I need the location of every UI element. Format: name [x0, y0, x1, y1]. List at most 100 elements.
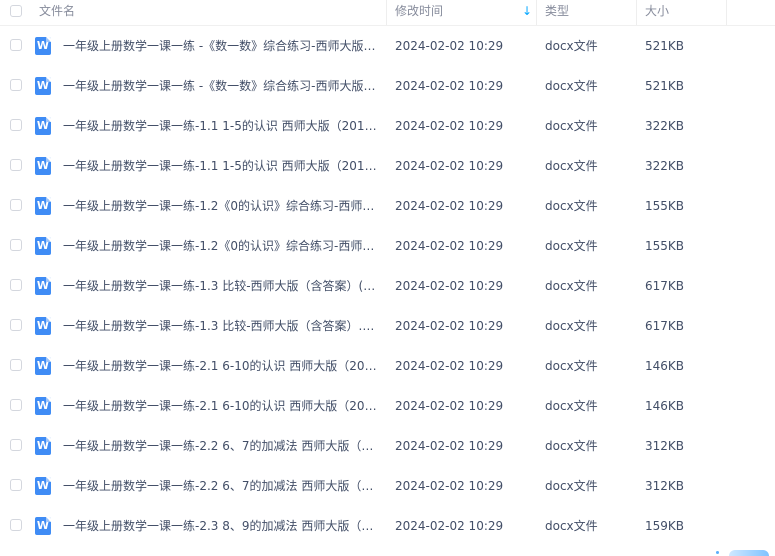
table-row[interactable]: W 一年级上册数学一课一练-1.1 1-5的认识 西师大版（2014秋）（含答案）… — [0, 146, 775, 186]
word-file-icon: W — [35, 277, 51, 295]
row-checkbox[interactable] — [10, 119, 22, 131]
row-checkbox[interactable] — [10, 399, 22, 411]
table-row[interactable]: W 一年级上册数学一课一练-1.2《0的认识》综合练习-西师大版（含答案） 2024… — [0, 226, 775, 266]
table-row[interactable]: W 一年级上册数学一课一练-1.1 1-5的认识 西师大版（2014秋）（含答案）… — [0, 106, 775, 146]
word-file-icon: W — [35, 77, 51, 95]
row-checkbox[interactable] — [10, 39, 22, 51]
column-divider[interactable] — [636, 0, 637, 25]
file-name[interactable]: 一年级上册数学一课一练 -《数一数》综合练习-西师大版（含答案） — [63, 66, 378, 106]
file-size: 521KB — [645, 79, 685, 93]
row-checkbox[interactable] — [10, 279, 22, 291]
word-file-icon: W — [35, 397, 51, 415]
file-name[interactable]: 一年级上册数学一课一练-1.3 比较-西师大版（含答案）(2014秋) — [63, 266, 378, 306]
file-size: 521KB — [645, 39, 685, 53]
table-row[interactable]: W 一年级上册数学一课一练-2.1 6-10的认识 西师大版（2014秋）（含答案… — [0, 346, 775, 386]
column-header-name[interactable]: 文件名 — [39, 0, 75, 25]
modified-time: 2024-02-02 10:29 — [395, 199, 504, 213]
file-type: docx文件 — [545, 439, 598, 453]
row-checkbox[interactable] — [10, 319, 22, 331]
file-size: 146KB — [645, 399, 685, 413]
file-name[interactable]: 一年级上册数学一课一练 -《数一数》综合练习-西师大版（含答案） — [63, 26, 378, 66]
file-name[interactable]: 一年级上册数学一课一练-2.1 6-10的认识 西师大版（2014秋）（含答案） — [63, 346, 378, 386]
file-type: docx文件 — [545, 159, 598, 173]
table-row[interactable]: W 一年级上册数学一课一练 -《数一数》综合练习-西师大版（含答案） 2024-02… — [0, 26, 775, 66]
file-name[interactable]: 一年级上册数学一课一练-1.2《0的认识》综合练习-西师大版（含答案） — [63, 186, 378, 226]
file-size: 312KB — [645, 439, 685, 453]
table-row[interactable]: W 一年级上册数学一课一练-1.2《0的认识》综合练习-西师大版（含答案） 2024… — [0, 186, 775, 226]
table-row[interactable]: W 一年级上册数学一课一练-2.2 6、7的加减法 西师大版（2014秋）（含答案… — [0, 426, 775, 466]
file-name[interactable]: 一年级上册数学一课一练-2.3 8、9的加减法 西师大版（2014秋）（含答案） — [63, 506, 378, 546]
row-checkbox[interactable] — [10, 79, 22, 91]
modified-time: 2024-02-02 10:29 — [395, 519, 504, 533]
file-type: docx文件 — [545, 119, 598, 133]
modified-time: 2024-02-02 10:29 — [395, 239, 504, 253]
row-checkbox[interactable] — [10, 239, 22, 251]
file-name[interactable]: 一年级上册数学一课一练-1.1 1-5的认识 西师大版（2014秋）（含答案） — [63, 146, 378, 186]
word-file-icon: W — [35, 517, 51, 535]
modified-time: 2024-02-02 10:29 — [395, 479, 504, 493]
row-checkbox[interactable] — [10, 439, 22, 451]
file-type: docx文件 — [545, 399, 598, 413]
table-row[interactable]: W 一年级上册数学一课一练-1.3 比较-西师大版（含答案）(2014秋) 2024… — [0, 266, 775, 306]
file-size: 617KB — [645, 279, 685, 293]
file-name[interactable]: 一年级上册数学一课一练-1.1 1-5的认识 西师大版（2014秋）（含答案） — [63, 106, 378, 146]
column-header-size[interactable]: 大小 — [645, 0, 669, 25]
modified-time: 2024-02-02 10:29 — [395, 399, 504, 413]
row-checkbox[interactable] — [10, 519, 22, 531]
file-size: 146KB — [645, 359, 685, 373]
modified-time: 2024-02-02 10:29 — [395, 279, 504, 293]
word-file-icon: W — [35, 197, 51, 215]
word-file-icon: W — [35, 117, 51, 135]
file-name[interactable]: 一年级上册数学一课一练-2.1 6-10的认识 西师大版（2014秋）（含答案） — [63, 386, 378, 426]
column-header-type[interactable]: 类型 — [545, 0, 569, 25]
file-type: docx文件 — [545, 319, 598, 333]
select-all-checkbox[interactable] — [10, 5, 22, 17]
word-file-icon: W — [35, 477, 51, 495]
file-name[interactable]: 一年级上册数学一课一练-1.3 比较-西师大版（含答案）.docx — [63, 306, 378, 346]
column-divider[interactable] — [536, 0, 537, 25]
table-row[interactable]: W 一年级上册数学一课一练-2.2 6、7的加减法 西师大版（2014秋）（含答案… — [0, 466, 775, 506]
modified-time: 2024-02-02 10:29 — [395, 119, 504, 133]
word-file-icon: W — [35, 357, 51, 375]
file-size: 155KB — [645, 239, 685, 253]
file-type: docx文件 — [545, 199, 598, 213]
file-name[interactable]: 一年级上册数学一课一练-2.2 6、7的加减法 西师大版（2014秋）（含答案） — [63, 466, 378, 506]
file-name[interactable]: 一年级上册数学一课一练-2.2 6、7的加减法 西师大版（2014秋）（含答案） — [63, 426, 378, 466]
decoration-dot — [716, 551, 719, 554]
file-rows: W 一年级上册数学一课一练 -《数一数》综合练习-西师大版（含答案） 2024-02… — [0, 26, 775, 546]
file-list: 文件名 修改时间 ↓ 类型 大小 W 一年级上册数学一课一练 -《数一数》综合练习… — [0, 0, 775, 556]
file-size: 322KB — [645, 159, 685, 173]
table-row[interactable]: W 一年级上册数学一课一练 -《数一数》综合练习-西师大版（含答案） 2024-02… — [0, 66, 775, 106]
modified-time: 2024-02-02 10:29 — [395, 319, 504, 333]
modified-time: 2024-02-02 10:29 — [395, 159, 504, 173]
file-type: docx文件 — [545, 359, 598, 373]
row-checkbox[interactable] — [10, 359, 22, 371]
file-size: 159KB — [645, 519, 685, 533]
file-size: 617KB — [645, 319, 685, 333]
file-type: docx文件 — [545, 279, 598, 293]
word-file-icon: W — [35, 157, 51, 175]
modified-time: 2024-02-02 10:29 — [395, 39, 504, 53]
column-divider[interactable] — [726, 0, 727, 25]
table-row[interactable]: W 一年级上册数学一课一练-2.3 8、9的加减法 西师大版（2014秋）（含答案… — [0, 506, 775, 546]
sort-descending-icon[interactable]: ↓ — [522, 3, 532, 19]
file-size: 322KB — [645, 119, 685, 133]
file-size: 155KB — [645, 199, 685, 213]
row-checkbox[interactable] — [10, 199, 22, 211]
file-type: docx文件 — [545, 519, 598, 533]
floating-widget-edge[interactable] — [729, 550, 769, 556]
file-type: docx文件 — [545, 239, 598, 253]
modified-time: 2024-02-02 10:29 — [395, 359, 504, 373]
file-name[interactable]: 一年级上册数学一课一练-1.2《0的认识》综合练习-西师大版（含答案） — [63, 226, 378, 266]
word-file-icon: W — [35, 317, 51, 335]
file-type: docx文件 — [545, 39, 598, 53]
column-divider[interactable] — [386, 0, 387, 25]
row-checkbox[interactable] — [10, 159, 22, 171]
word-file-icon: W — [35, 237, 51, 255]
modified-time: 2024-02-02 10:29 — [395, 79, 504, 93]
table-row[interactable]: W 一年级上册数学一课一练-2.1 6-10的认识 西师大版（2014秋）（含答案… — [0, 386, 775, 426]
row-checkbox[interactable] — [10, 479, 22, 491]
word-file-icon: W — [35, 37, 51, 55]
column-header-time[interactable]: 修改时间 — [395, 0, 443, 25]
table-row[interactable]: W 一年级上册数学一课一练-1.3 比较-西师大版（含答案）.docx 2024-0… — [0, 306, 775, 346]
